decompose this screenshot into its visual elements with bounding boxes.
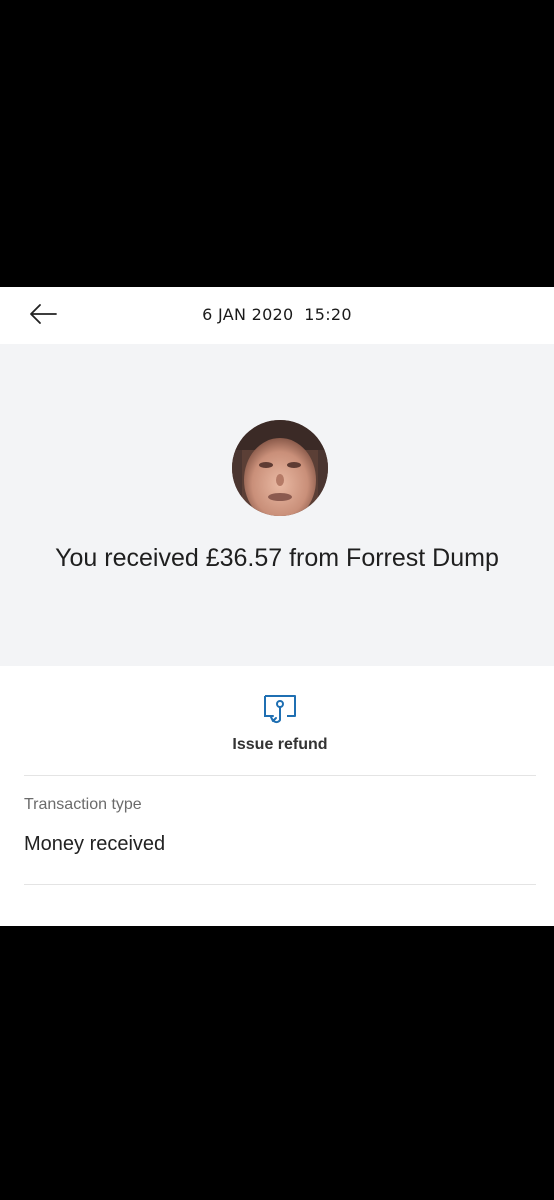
transaction-type-value: Money received: [24, 833, 166, 855]
transaction-detail-screen: 6 JAN 2020 15:20 You received £36.57 fro…: [0, 287, 554, 926]
divider: [24, 884, 536, 885]
transaction-date: 6 JAN 2020 15:20: [202, 305, 352, 324]
transaction-summary-text: You received £36.57 from Forrest Dump: [55, 544, 499, 572]
actions-row: Issue refund: [0, 666, 554, 776]
avatar: [232, 420, 328, 516]
transaction-type-label: Transaction type: [24, 796, 142, 813]
top-bar: 6 JAN 2020 15:20: [0, 287, 554, 344]
transaction-summary-panel: You received £36.57 from Forrest Dump: [0, 344, 554, 666]
refund-icon: [264, 695, 296, 724]
transaction-details: Transaction type Money received: [0, 776, 554, 926]
issue-refund-button[interactable]: Issue refund: [210, 690, 350, 760]
issue-refund-label: Issue refund: [232, 736, 328, 753]
